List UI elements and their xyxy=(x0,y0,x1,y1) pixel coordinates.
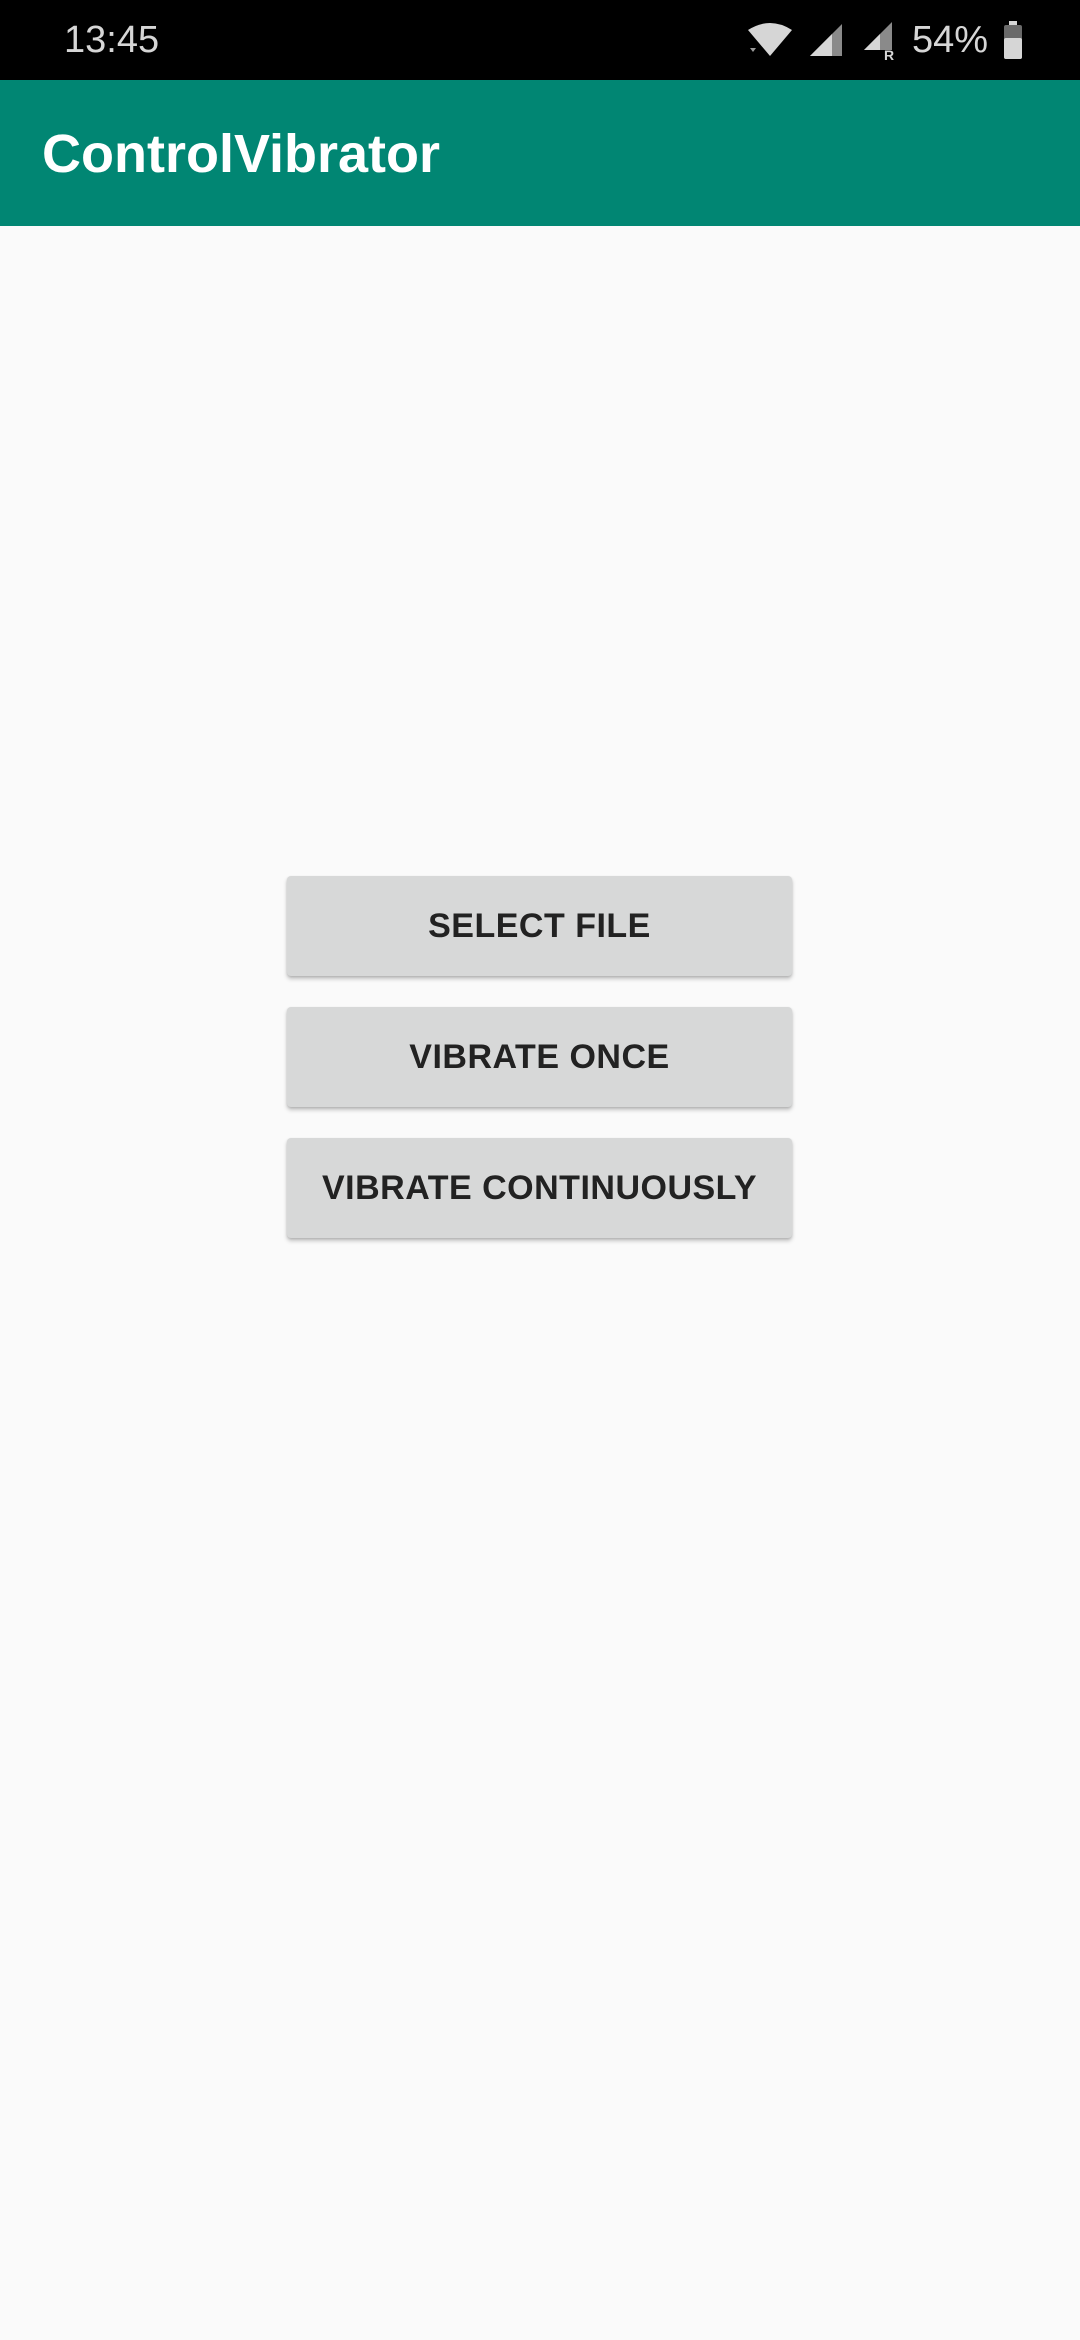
status-time: 13:45 xyxy=(64,19,160,61)
vibrate-continuously-button[interactable]: VIBRATE CONTINUOUSLY xyxy=(287,1138,792,1238)
signal-roaming-icon: R xyxy=(858,20,898,60)
vibrate-once-button[interactable]: VIBRATE ONCE xyxy=(287,1007,792,1107)
battery-icon xyxy=(1002,21,1024,59)
select-file-button[interactable]: SELECT FILE xyxy=(287,876,792,976)
battery-percent: 54% xyxy=(911,19,988,61)
wifi-icon xyxy=(746,22,794,58)
svg-text:R: R xyxy=(884,47,894,60)
status-bar: 13:45 R 54% xyxy=(0,0,1080,80)
app-bar: ControlVibrator xyxy=(0,80,1080,226)
signal-icon xyxy=(808,22,844,58)
main-content xyxy=(0,226,1080,2340)
app-title: ControlVibrator xyxy=(42,124,441,184)
status-icons: R 54% xyxy=(746,18,1024,62)
